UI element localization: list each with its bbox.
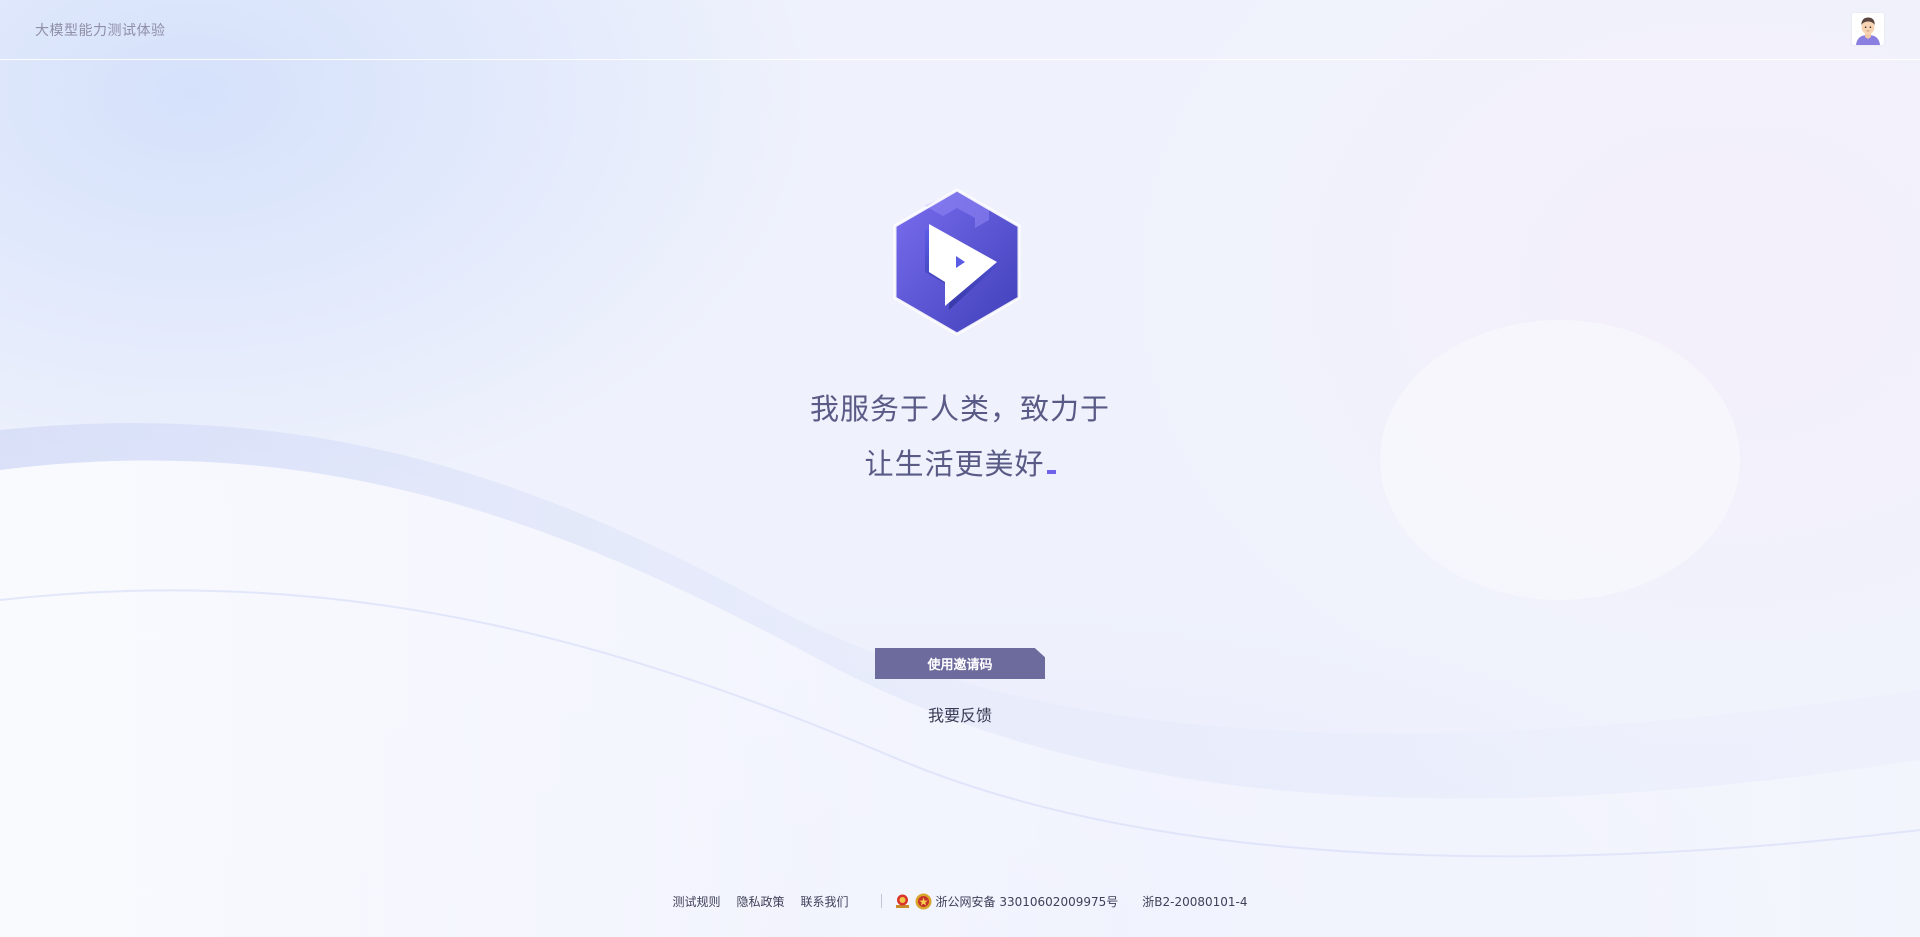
license-badge-icon [894,893,911,910]
footer-link-contact-us[interactable]: 联系我们 [801,893,849,910]
police-badge-icon [915,893,932,910]
police-record-link[interactable]: 浙公网安备 33010602009975号 [936,893,1119,910]
brand-logo-icon [885,188,1030,336]
footer: 测试规则 隐私政策 联系我们 浙公网安备 33010602009975号 浙B2… [0,892,1920,910]
feedback-row: 我要反馈 [0,702,1920,726]
footer-link-privacy-policy[interactable]: 隐私政策 [737,893,785,910]
typing-cursor [1046,470,1056,474]
footer-link-test-rules[interactable]: 测试规则 [673,893,721,910]
top-bar: 大模型能力测试体验 [0,0,1920,60]
footer-divider [880,894,882,908]
feedback-link[interactable]: 我要反馈 [928,706,992,725]
use-invite-code-button[interactable]: 使用邀请码 [875,648,1045,679]
slogan-line-2: 让生活更美好 [0,441,1920,483]
app-title: 大模型能力测试体验 [35,23,166,39]
user-avatar[interactable] [1852,13,1884,45]
slogan-line-2-text: 让生活更美好 [864,447,1045,481]
slogan-line-1: 我服务于人类，致力于 [809,392,1110,426]
icp-record-link[interactable]: 浙B2-20080101-4 [1142,893,1247,910]
avatar-icon [1852,13,1884,45]
